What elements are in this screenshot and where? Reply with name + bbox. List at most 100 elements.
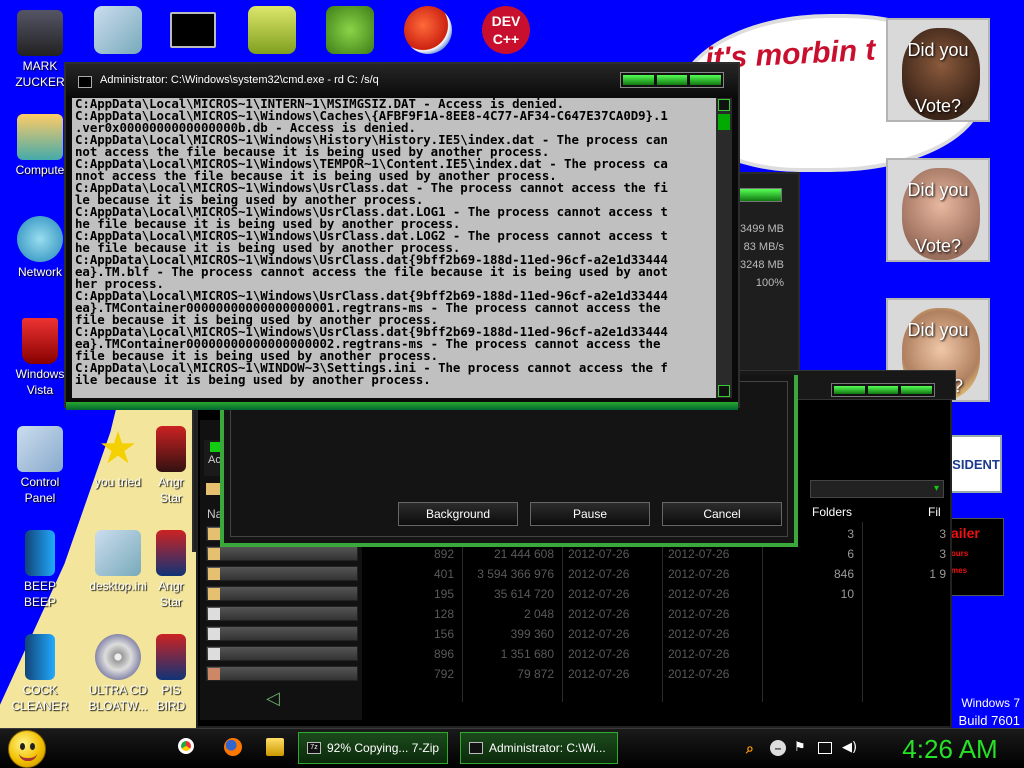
explorer-folder-icon[interactable] — [266, 738, 284, 756]
file-list-item[interactable] — [206, 566, 358, 581]
file-list-item[interactable] — [206, 606, 358, 621]
file-list-item[interactable] — [206, 626, 358, 641]
trailer-widget[interactable]: ailer ours mes — [948, 518, 1004, 596]
table-cell-packed: 79 872 — [517, 667, 554, 681]
chevron-down-icon[interactable]: ▾ — [934, 483, 939, 494]
trailer-title: ailer — [951, 525, 980, 541]
table-cell-created: 2012-07-26 — [668, 647, 730, 661]
table-cell-packed: 2 048 — [523, 607, 554, 621]
desktop-icon[interactable]: Control Panel — [0, 426, 80, 506]
trailer-line: ours — [951, 549, 969, 558]
file-list-item[interactable] — [206, 546, 358, 561]
maximize-button[interactable] — [656, 75, 688, 85]
globe-icon — [17, 216, 63, 262]
desktop-icon-label: Control Panel — [20, 475, 60, 505]
cancel-button[interactable]: Cancel — [662, 502, 782, 526]
address-bar[interactable]: ▾ — [810, 480, 944, 498]
search-icon[interactable]: ⌕ — [746, 740, 762, 756]
maximize-button[interactable] — [867, 386, 899, 394]
desktop-icon[interactable]: Angr Star — [146, 426, 196, 506]
taskbar-item-cmd[interactable]: Administrator: C:\Wi... — [460, 732, 618, 764]
file-list-item[interactable] — [206, 646, 358, 661]
angry-birds-star-wars-icon — [156, 426, 186, 472]
volume-icon[interactable]: ◀) — [842, 740, 858, 756]
network-drive-icon[interactable] — [248, 6, 296, 54]
file-list-item[interactable] — [206, 586, 358, 601]
table-cell-modified: 2012-07-26 — [568, 667, 630, 681]
file-icon — [208, 648, 220, 660]
table-cell-created: 2012-07-26 — [668, 667, 730, 681]
table-cell-size: 195 — [433, 587, 454, 601]
palette-p-icon[interactable] — [404, 6, 452, 54]
column-header-files[interactable]: Fil — [928, 505, 948, 523]
desktop-icon[interactable]: Angr Star — [146, 530, 196, 610]
os-name: Windows 7 — [961, 696, 1020, 710]
table-cell-folders: 6 — [847, 547, 854, 561]
desktop-icon-label: Angr Star — [158, 475, 184, 505]
vote-card: Did you Vote? — [886, 18, 990, 122]
add-icon — [210, 442, 220, 452]
desktop-icon[interactable]: BEEP BEEP — [0, 530, 80, 610]
minus-icon[interactable]: – — [770, 740, 786, 756]
start-button[interactable] — [8, 730, 46, 768]
table-cell-modified: 2012-07-26 — [568, 607, 630, 621]
cmd-icon[interactable] — [170, 12, 216, 48]
flag-icon[interactable]: ⚑ — [794, 740, 810, 756]
scroll-up-icon[interactable] — [718, 99, 730, 111]
cmd-titlebar[interactable]: Administrator: C:\Windows\system32\cmd.e… — [66, 64, 738, 96]
table-cell-created: 2012-07-26 — [668, 567, 730, 581]
bird-app-icon — [156, 634, 186, 680]
minimize-button[interactable] — [623, 75, 654, 85]
table-cell-files — [900, 647, 946, 667]
desktop-icon-label: Angr Star — [158, 579, 184, 609]
scroll-thumb[interactable] — [718, 114, 730, 130]
minimize-button[interactable] — [834, 386, 865, 394]
desktop-icon-label: PIS BIRD — [156, 683, 186, 713]
file-icon — [208, 528, 220, 540]
cmd-output-line: ile because it is being used by another … — [75, 372, 431, 387]
file-icon — [208, 668, 220, 680]
table-cell-files — [900, 587, 946, 607]
scroll-down-icon[interactable] — [718, 385, 730, 397]
close-button[interactable] — [901, 386, 933, 394]
cmd-window-controls[interactable] — [620, 72, 724, 88]
taskbar-clock[interactable]: 4:26 AM — [880, 732, 1020, 766]
cmd-window-glow — [66, 402, 738, 410]
table-cell-packed: 399 360 — [510, 627, 554, 641]
smiley-mouth — [19, 753, 37, 761]
zip-window-controls[interactable] — [736, 188, 782, 202]
cmd-console-output[interactable]: C:AppData\Local\MICROS~1\INTERN~1\MSIMGS… — [72, 98, 716, 398]
vote-card-top-text: Did you — [907, 180, 969, 200]
cmd-window[interactable]: Administrator: C:\Windows\system32\cmd.e… — [64, 62, 740, 408]
pause-button[interactable]: Pause — [530, 502, 650, 526]
table-cell-folders — [790, 607, 854, 627]
dev-cpp-icon[interactable]: DEV C++ — [482, 6, 530, 54]
cmd-scrollbar[interactable] — [716, 98, 732, 398]
file-icon — [208, 608, 220, 620]
network-icon[interactable] — [818, 742, 832, 754]
bad-piggies-icon[interactable] — [326, 6, 374, 54]
table-cell-packed: 35 614 720 — [493, 587, 554, 601]
chrome-icon[interactable] — [178, 738, 194, 754]
background-button[interactable]: Background — [398, 502, 518, 526]
column-header-folders[interactable]: Folders — [812, 505, 864, 523]
column-separator — [662, 522, 663, 702]
table-cell-files: 1 9 — [929, 567, 946, 581]
table-cell-folders — [790, 647, 854, 667]
desktop-icon[interactable]: COCK CLEANER — [0, 634, 80, 714]
table-cell-size: 401 — [433, 567, 454, 581]
beep-app-icon — [25, 530, 55, 576]
vote-card-top-text: Did you — [907, 40, 969, 60]
firefox-icon[interactable] — [224, 738, 242, 756]
file-list-item[interactable] — [206, 666, 358, 681]
close-button[interactable] — [690, 75, 722, 85]
folder-icon[interactable] — [94, 6, 142, 54]
desktop-icon[interactable]: PIS BIRD — [146, 634, 196, 714]
zip-info-value: 83 MB/s — [743, 241, 784, 253]
table-cell-size: 792 — [433, 667, 454, 681]
cursor-busy-icon: ◁ — [266, 688, 280, 709]
column-separator — [862, 522, 863, 702]
folder-icon — [206, 483, 220, 495]
taskbar-item-7zip[interactable]: 7z 92% Copying... 7-Zip — [298, 732, 448, 764]
file-manager-window-controls[interactable] — [831, 383, 935, 397]
